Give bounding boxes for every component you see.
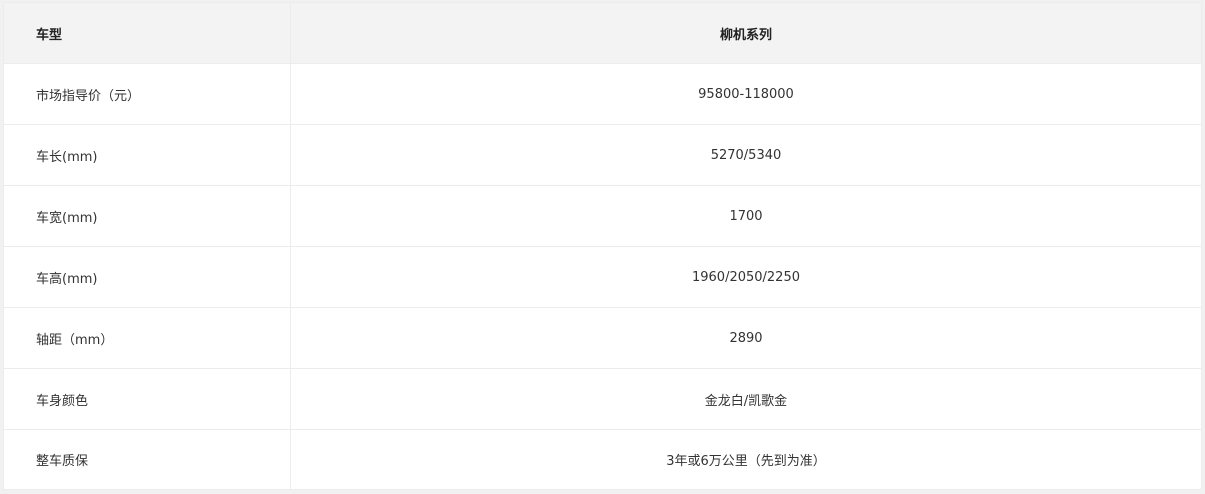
row-value: 3年或6万公里（先到为准）	[290, 429, 1202, 490]
row-label: 车高(mm)	[3, 246, 291, 308]
table-row-warranty: 整车质保 3年或6万公里（先到为准）	[3, 429, 1202, 490]
row-label: 车身颜色	[3, 368, 291, 430]
row-value: 95800-118000	[290, 63, 1202, 125]
row-label: 车长(mm)	[3, 124, 291, 186]
table-header: 车型 柳机系列	[3, 2, 1202, 64]
table-row-color: 车身颜色 金龙白/凯歌金	[3, 368, 1202, 430]
header-row: 车型 柳机系列	[3, 2, 1202, 64]
row-label: 轴距（mm）	[3, 307, 291, 369]
table-row-width: 车宽(mm) 1700	[3, 185, 1202, 247]
spec-table: 车型 柳机系列 市场指导价（元） 95800-118000 车长(mm) 527…	[3, 2, 1202, 490]
row-label: 整车质保	[3, 429, 291, 490]
row-label: 市场指导价（元）	[3, 63, 291, 125]
header-value-cell: 柳机系列	[290, 2, 1202, 64]
table-body: 市场指导价（元） 95800-118000 车长(mm) 5270/5340 车…	[3, 63, 1202, 490]
table-row-wheelbase: 轴距（mm） 2890	[3, 307, 1202, 369]
row-value: 金龙白/凯歌金	[290, 368, 1202, 430]
table-row-price: 市场指导价（元） 95800-118000	[3, 63, 1202, 125]
row-value: 1960/2050/2250	[290, 246, 1202, 308]
table-row-height: 车高(mm) 1960/2050/2250	[3, 246, 1202, 308]
row-label: 车宽(mm)	[3, 185, 291, 247]
row-value: 5270/5340	[290, 124, 1202, 186]
header-label-cell: 车型	[3, 2, 291, 64]
table-row-length: 车长(mm) 5270/5340	[3, 124, 1202, 186]
row-value: 1700	[290, 185, 1202, 247]
row-value: 2890	[290, 307, 1202, 369]
